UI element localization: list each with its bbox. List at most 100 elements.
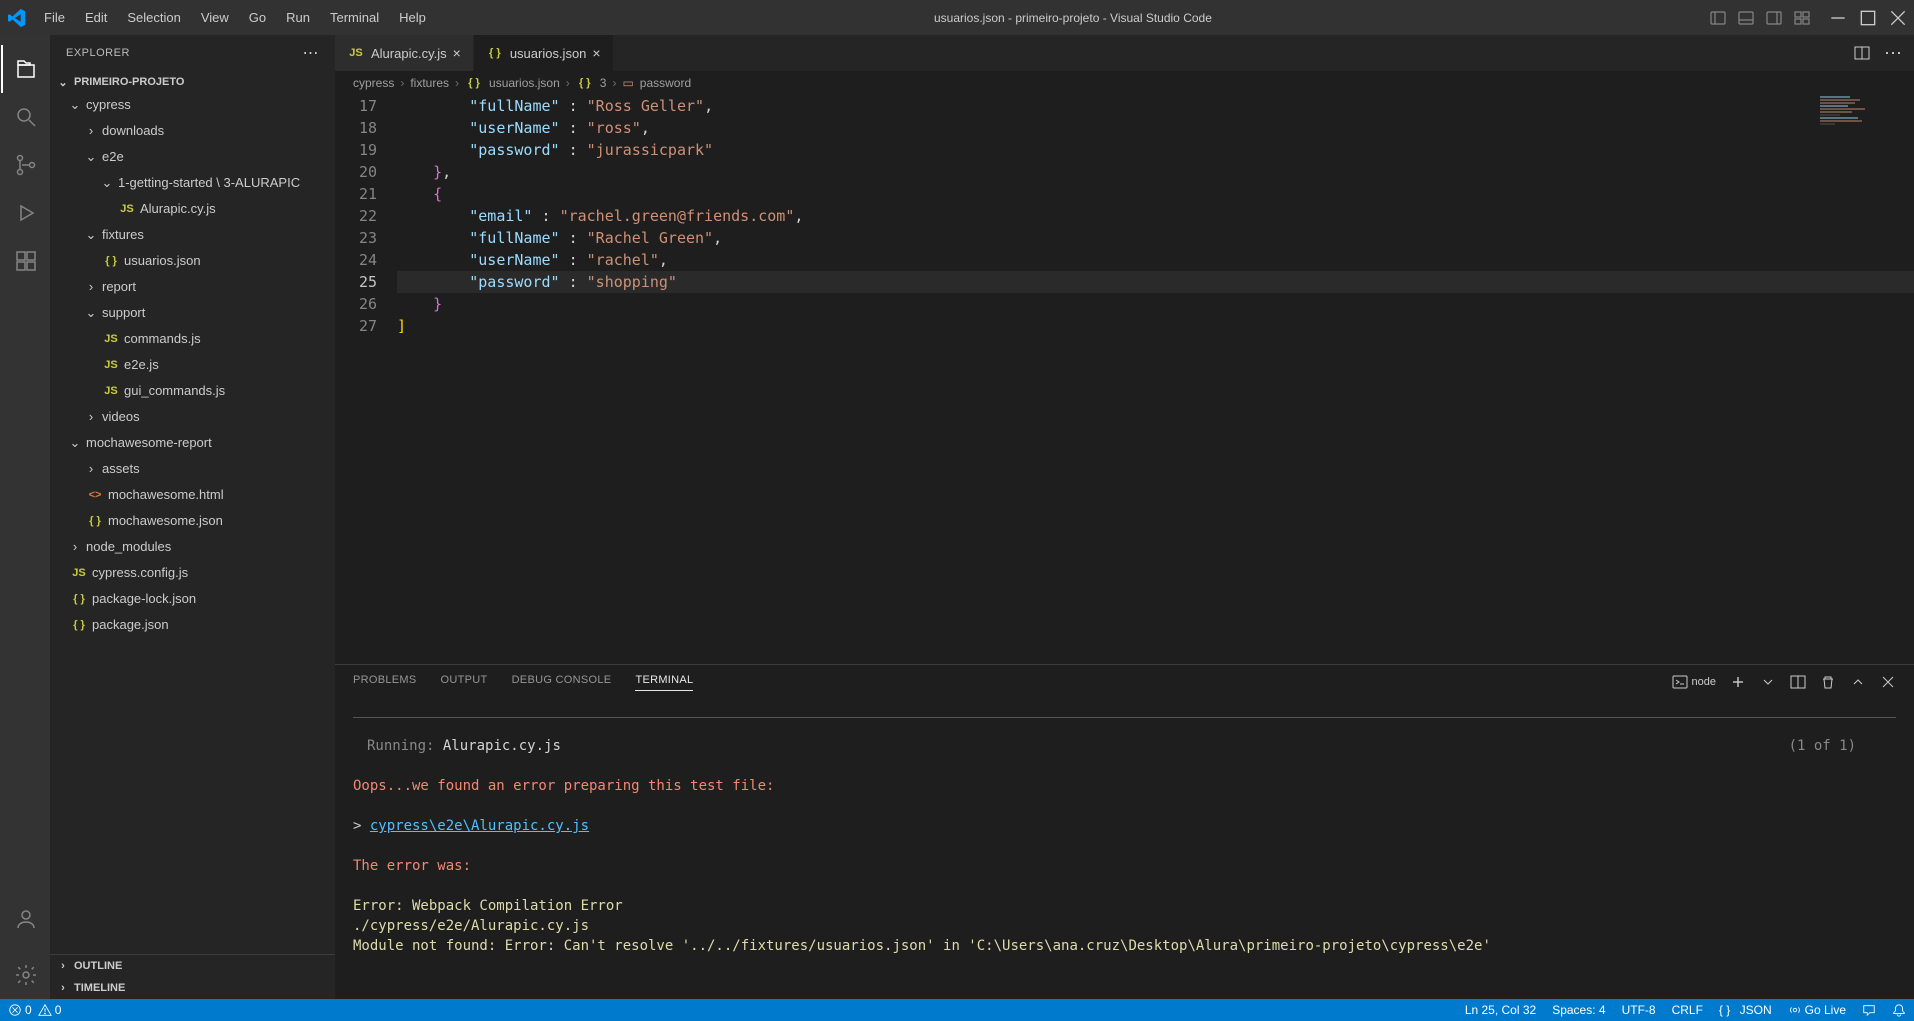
chevron-up-icon[interactable] <box>1850 674 1866 690</box>
activity-accounts[interactable] <box>1 895 49 943</box>
status-indent[interactable]: Spaces: 4 <box>1552 1003 1605 1017</box>
sidebar-footer: ›OUTLINE ›TIMELINE <box>50 954 335 999</box>
string-icon: ▭ <box>622 76 633 90</box>
breadcrumb-item[interactable]: 3 <box>600 76 607 90</box>
folder-videos[interactable]: ›videos <box>50 404 335 430</box>
menu-bar: File Edit Selection View Go Run Terminal… <box>34 4 436 31</box>
folder-support[interactable]: ⌄support <box>50 300 335 326</box>
close-icon[interactable]: × <box>453 45 461 61</box>
file-e2ejs[interactable]: JSe2e.js <box>50 352 335 378</box>
chevron-down-icon: ⌄ <box>84 306 98 320</box>
status-warnings[interactable]: 0 <box>38 1003 62 1017</box>
file-mochawesome-html[interactable]: <>mochawesome.html <box>50 482 335 508</box>
activity-run-debug[interactable] <box>1 189 49 237</box>
menu-help[interactable]: Help <box>389 4 436 31</box>
js-icon: JS <box>102 382 120 400</box>
more-actions-icon[interactable]: ⋯ <box>1884 43 1902 64</box>
terminal-error-path[interactable]: cypress\e2e\Alurapic.cy.js <box>370 818 589 834</box>
section-outline[interactable]: ›OUTLINE <box>50 955 335 977</box>
menu-terminal[interactable]: Terminal <box>320 4 389 31</box>
breadcrumb-item[interactable]: usuarios.json <box>489 76 560 90</box>
status-go-live[interactable]: Go Live <box>1788 1003 1846 1017</box>
file-cypress-config[interactable]: JScypress.config.js <box>50 560 335 586</box>
tab-usuarios[interactable]: { } usuarios.json × <box>474 35 614 71</box>
file-commands[interactable]: JScommands.js <box>50 326 335 352</box>
running-label: Running: <box>367 738 434 754</box>
folder-cypress[interactable]: ⌄cypress <box>50 92 335 118</box>
panel-tab-terminal[interactable]: TERMINAL <box>635 674 693 691</box>
breadcrumb-item[interactable]: fixtures <box>410 76 449 90</box>
folder-mochawesome[interactable]: ⌄mochawesome-report <box>50 430 335 456</box>
toggle-panel-icon[interactable] <box>1738 10 1754 26</box>
close-icon[interactable]: × <box>592 45 600 61</box>
status-notifications[interactable] <box>1892 1003 1906 1017</box>
file-mochawesome-json[interactable]: { }mochawesome.json <box>50 508 335 534</box>
minimap[interactable] <box>1814 95 1914 664</box>
new-terminal-icon[interactable] <box>1730 674 1746 690</box>
status-encoding[interactable]: UTF-8 <box>1622 1003 1656 1017</box>
status-language[interactable]: { } JSON <box>1719 1003 1772 1017</box>
status-eol[interactable]: CRLF <box>1672 1003 1703 1017</box>
panel-tab-debug[interactable]: DEBUG CONSOLE <box>512 674 612 690</box>
folder-getting-started[interactable]: ⌄1-getting-started \ 3-ALURAPIC <box>50 170 335 196</box>
toggle-primary-sidebar-icon[interactable] <box>1710 10 1726 26</box>
maximize-icon[interactable] <box>1860 10 1876 26</box>
chevron-down-icon[interactable] <box>1760 674 1776 690</box>
split-terminal-icon[interactable] <box>1790 674 1806 690</box>
terminal-content[interactable]: Running: Alurapic.cy.js (1 of 1) Oops...… <box>335 699 1914 999</box>
close-panel-icon[interactable] <box>1880 674 1896 690</box>
kill-terminal-icon[interactable] <box>1820 674 1836 690</box>
folder-fixtures[interactable]: ⌄fixtures <box>50 222 335 248</box>
tab-alurapic[interactable]: JS Alurapic.cy.js × <box>335 35 474 71</box>
menu-selection[interactable]: Selection <box>117 4 190 31</box>
terminal-profile[interactable]: node <box>1672 674 1716 690</box>
bottom-panel: PROBLEMS OUTPUT DEBUG CONSOLE TERMINAL n… <box>335 664 1914 999</box>
file-alurapic[interactable]: JSAlurapic.cy.js <box>50 196 335 222</box>
menu-view[interactable]: View <box>191 4 239 31</box>
folder-e2e[interactable]: ⌄e2e <box>50 144 335 170</box>
chevron-right-icon: › <box>68 540 82 554</box>
breadcrumb-item[interactable]: password <box>640 76 691 90</box>
file-package-json[interactable]: { }package.json <box>50 612 335 638</box>
close-icon[interactable] <box>1890 10 1906 26</box>
code-content[interactable]: "fullName" : "Ross Geller", "userName" :… <box>397 95 1914 664</box>
folder-report[interactable]: ›report <box>50 274 335 300</box>
customize-layout-icon[interactable] <box>1794 10 1810 26</box>
toggle-secondary-sidebar-icon[interactable] <box>1766 10 1782 26</box>
breadcrumb-item[interactable]: cypress <box>353 76 394 90</box>
file-gui-commands[interactable]: JSgui_commands.js <box>50 378 335 404</box>
breadcrumb[interactable]: cypress› fixtures› { }usuarios.json› { }… <box>335 71 1914 95</box>
title-bar: File Edit Selection View Go Run Terminal… <box>0 0 1914 35</box>
activity-search[interactable] <box>1 93 49 141</box>
more-actions-icon[interactable]: ⋯ <box>303 43 320 63</box>
json-icon: { } <box>86 512 104 530</box>
editor-area: JS Alurapic.cy.js × { } usuarios.json × … <box>335 35 1914 999</box>
sidebar: EXPLORER ⋯ ⌄ PRIMEIRO-PROJETO ⌄cypress ›… <box>50 35 335 999</box>
folder-node-modules[interactable]: ›node_modules <box>50 534 335 560</box>
menu-edit[interactable]: Edit <box>75 4 117 31</box>
folder-assets[interactable]: ›assets <box>50 456 335 482</box>
chevron-down-icon: ⌄ <box>84 228 98 242</box>
folder-downloads[interactable]: ›downloads <box>50 118 335 144</box>
section-timeline[interactable]: ›TIMELINE <box>50 977 335 999</box>
status-feedback[interactable] <box>1862 1003 1876 1017</box>
panel-tab-output[interactable]: OUTPUT <box>441 674 488 690</box>
running-progress: (1 of 1) <box>1789 736 1856 756</box>
activity-extensions[interactable] <box>1 237 49 285</box>
tree-project-root[interactable]: ⌄ PRIMEIRO-PROJETO <box>50 72 335 92</box>
status-errors[interactable]: 0 <box>8 1003 32 1017</box>
split-editor-icon[interactable] <box>1854 45 1870 61</box>
menu-file[interactable]: File <box>34 4 75 31</box>
menu-go[interactable]: Go <box>239 4 276 31</box>
editor-body[interactable]: 171819 202122 232425 2627 "fullName" : "… <box>335 95 1914 664</box>
menu-run[interactable]: Run <box>276 4 320 31</box>
panel-tab-problems[interactable]: PROBLEMS <box>353 674 417 690</box>
file-usuarios[interactable]: { }usuarios.json <box>50 248 335 274</box>
activity-explorer[interactable] <box>1 45 49 93</box>
minimize-icon[interactable] <box>1830 10 1846 26</box>
file-package-lock[interactable]: { }package-lock.json <box>50 586 335 612</box>
activity-source-control[interactable] <box>1 141 49 189</box>
chevron-right-icon: › <box>84 410 98 424</box>
activity-settings[interactable] <box>1 951 49 999</box>
status-cursor[interactable]: Ln 25, Col 32 <box>1465 1003 1536 1017</box>
